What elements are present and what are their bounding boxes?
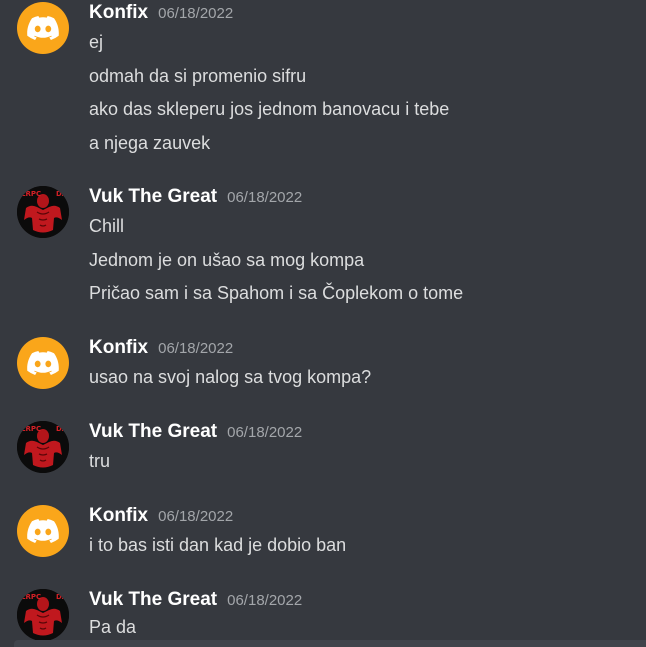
message-text: ej: [89, 32, 104, 52]
author-name[interactable]: Konfix: [89, 337, 148, 359]
discord-logo-icon: [27, 351, 59, 375]
muscular-red-figure-icon: LRPC DA: [17, 589, 69, 641]
message-header: Konfix 06/18/2022: [89, 505, 233, 531]
author-name[interactable]: Konfix: [89, 2, 148, 24]
message-timestamp: 06/18/2022: [158, 5, 234, 22]
message-group: Konfix 06/18/2022 i to bas isti dan kad …: [0, 505, 646, 565]
message-text: usao na svoj nalog sa tvog kompa?: [89, 367, 372, 387]
author-name[interactable]: Konfix: [89, 505, 148, 527]
user-avatar[interactable]: LRPC DA: [17, 589, 69, 641]
muscular-red-figure-icon: LRPC DA: [17, 421, 69, 473]
message-input-bar[interactable]: [14, 640, 646, 647]
author-name[interactable]: Vuk The Great: [89, 589, 217, 611]
discord-logo-icon: [27, 16, 59, 40]
message-group: Konfix 06/18/2022 usao na svoj nalog sa …: [0, 337, 646, 397]
author-name[interactable]: Vuk The Great: [89, 186, 217, 208]
message-header: Konfix 06/18/2022: [89, 2, 233, 28]
user-avatar[interactable]: [17, 505, 69, 557]
user-avatar[interactable]: LRPC DA: [17, 186, 69, 238]
svg-text:LRPC: LRPC: [21, 425, 41, 433]
svg-text:DA: DA: [56, 425, 68, 433]
message-timestamp: 06/18/2022: [158, 340, 234, 357]
message-timestamp: 06/18/2022: [227, 424, 303, 441]
message-timestamp: 06/18/2022: [227, 592, 303, 609]
message-text: a njega zauvek: [89, 133, 211, 153]
author-name[interactable]: Vuk The Great: [89, 421, 217, 443]
message-group: LRPC DA Vuk The Great 06/18/2022 Chill J…: [0, 186, 646, 311]
message-text: Pa da: [89, 617, 137, 637]
message-text: Jednom je on ušao sa mog kompa: [89, 250, 365, 270]
message-timestamp: 06/18/2022: [227, 189, 303, 206]
svg-text:DA: DA: [56, 190, 68, 198]
message-text: i to bas isti dan kad je dobio ban: [89, 535, 347, 555]
user-avatar[interactable]: [17, 337, 69, 389]
user-avatar[interactable]: LRPC DA: [17, 421, 69, 473]
svg-text:LRPC: LRPC: [21, 190, 41, 198]
discord-logo-icon: [27, 519, 59, 543]
message-group: LRPC DA Vuk The Great 06/18/2022 tru: [0, 421, 646, 481]
message-header: Vuk The Great 06/18/2022: [89, 421, 302, 447]
message-text: Chill: [89, 216, 125, 236]
message-text: tru: [89, 451, 111, 471]
chat-message-list: Konfix 06/18/2022 ej odmah da si promeni…: [0, 0, 646, 647]
message-text: odmah da si promenio sifru: [89, 66, 307, 86]
message-header: Vuk The Great 06/18/2022: [89, 589, 302, 615]
message-timestamp: 06/18/2022: [158, 508, 234, 525]
message-group: Konfix 06/18/2022 ej odmah da si promeni…: [0, 2, 646, 167]
svg-text:LRPC: LRPC: [21, 593, 41, 601]
message-text: ako das skleperu jos jednom banovacu i t…: [89, 99, 450, 119]
message-group: LRPC DA Vuk The Great 06/18/2022 Pa da: [0, 589, 646, 647]
user-avatar[interactable]: [17, 2, 69, 54]
message-header: Konfix 06/18/2022: [89, 337, 233, 363]
svg-text:DA: DA: [56, 593, 68, 601]
message-text: Pričao sam i sa Spahom i sa Čoplekom o t…: [89, 283, 464, 303]
message-header: Vuk The Great 06/18/2022: [89, 186, 302, 212]
muscular-red-figure-icon: LRPC DA: [17, 186, 69, 238]
